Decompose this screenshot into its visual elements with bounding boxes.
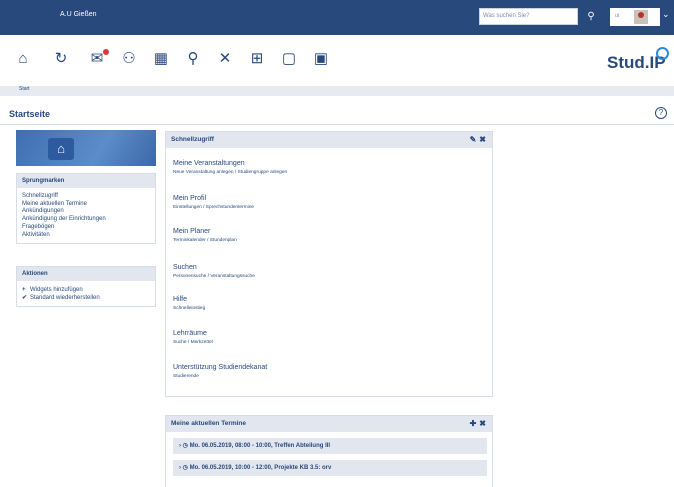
quicklink-title[interactable]: Meine Veranstaltungen	[173, 160, 287, 167]
quicklink-hilfe[interactable]: Hilfe Schnelleinstieg	[173, 296, 205, 311]
sidebar-item-termine[interactable]: Meine aktuellen Termine	[22, 201, 150, 209]
quicklink-sub[interactable]: Terminkalender / Stundenplan	[173, 238, 237, 243]
divider	[0, 124, 674, 125]
schnellzugriff-panel: Schnellzugriff ✎ ✖ Meine Veranstaltungen …	[165, 131, 493, 397]
university-name: A.U Gießen	[60, 11, 97, 18]
panel-header: Meine aktuellen Termine ✚ ✖	[166, 416, 492, 432]
chevron-right-icon: ›	[179, 443, 181, 449]
quicklink-title[interactable]: Unterstützung Studiendekanat	[173, 364, 267, 371]
community-icon[interactable]: ⚇	[118, 48, 140, 70]
home-icon: ⌂	[48, 138, 74, 160]
chevron-right-icon: ›	[179, 465, 181, 471]
sidebar-image: ⌂	[16, 130, 156, 166]
quicklink-title[interactable]: Mein Planer	[173, 228, 237, 235]
clock-icon: ◷	[182, 443, 188, 449]
close-icon[interactable]: ✖	[479, 419, 486, 428]
navigation-strip	[0, 86, 674, 96]
chevron-down-icon[interactable]: ⌄	[662, 9, 670, 20]
quicklink-title[interactable]: Suchen	[173, 264, 255, 271]
help-icon[interactable]: ?	[655, 107, 667, 119]
widget-title: Aktionen	[17, 267, 155, 281]
termin-text: Mo. 06.05.2019, 10:00 - 12:00, Projekte …	[189, 465, 332, 471]
aktionen-widget: Aktionen + Widgets hinzufügen ✔ Standard w…	[16, 266, 156, 307]
panel-title: Meine aktuellen Termine	[171, 420, 247, 427]
plus-icon: +	[22, 287, 26, 293]
logo-mark-icon	[656, 47, 669, 60]
quicklink-sub[interactable]: Einstellungen / Sprechstundentermine	[173, 205, 254, 210]
quicklink-veranstaltungen[interactable]: Meine Veranstaltungen Neue Veranstaltung…	[173, 160, 287, 175]
user-menu[interactable]: ut	[610, 8, 660, 26]
action-label: Widgets hinzufügen	[30, 287, 83, 293]
termin-row[interactable]: › ◷ Mo. 06.05.2019, 08:00 - 10:00, Treff…	[173, 438, 487, 454]
files-icon[interactable]: ▢	[278, 48, 300, 70]
nav-label-start[interactable]: Start	[19, 86, 30, 92]
quicklink-sub[interactable]: Schnelleinstieg	[173, 306, 205, 311]
avatar[interactable]	[634, 10, 648, 24]
quicklink-title[interactable]: Mein Profil	[173, 195, 254, 202]
tools-icon[interactable]: ✕	[214, 48, 236, 70]
search-icon[interactable]: ⚲	[182, 48, 204, 70]
content-icon[interactable]: ▣	[310, 48, 332, 70]
notification-badge	[103, 49, 109, 55]
sidebar-item-aktivitaeten[interactable]: Aktivitäten	[22, 232, 150, 240]
search-input[interactable]: Was suchen Sie?	[479, 8, 578, 25]
termin-row[interactable]: › ◷ Mo. 06.05.2019, 10:00 - 12:00, Proje…	[173, 460, 487, 476]
quicklink-sub[interactable]: Studierende	[173, 374, 267, 379]
add-widgets-link[interactable]: + Widgets hinzufügen	[22, 286, 150, 294]
quicklink-sub[interactable]: Suche / Merkzettel	[173, 340, 213, 345]
top-bar: A.U Gießen Was suchen Sie? ⚲ ut ⌄	[0, 0, 674, 35]
search-icon[interactable]: ⚲	[584, 10, 598, 23]
sidebar-item-ankuendigung-einrichtungen[interactable]: Ankündigung der Einrichtungen	[22, 216, 150, 224]
quicklink-title[interactable]: Hilfe	[173, 296, 205, 303]
admin-icon[interactable]: ⊞	[246, 48, 268, 70]
close-icon[interactable]: ✖	[479, 135, 486, 144]
sidebar-item-schnellzugriff[interactable]: Schnellzugriff	[22, 193, 150, 201]
termine-panel: Meine aktuellen Termine ✚ ✖ › ◷ Mo. 06.05…	[165, 415, 493, 487]
page-title: Startseite	[9, 109, 51, 119]
quicklink-sub[interactable]: Neue Veranstaltung anlegen / Studiengrup…	[173, 170, 287, 175]
quicklink-title[interactable]: Lehrräume	[173, 330, 213, 337]
home-icon[interactable]: ⌂	[12, 48, 34, 70]
quicklink-sub[interactable]: Personensuche / Veranstaltungssuche	[173, 274, 255, 279]
restore-default-link[interactable]: ✔ Standard wiederherstellen	[22, 294, 150, 302]
quicklink-studiendekanat[interactable]: Unterstützung Studiendekanat Studierende	[173, 364, 267, 379]
panel-title: Schnellzugriff	[171, 136, 214, 143]
clock-icon: ◷	[182, 465, 188, 471]
user-initials: ut	[615, 13, 620, 19]
quicklink-profil[interactable]: Mein Profil Einstellungen / Sprechstunde…	[173, 195, 254, 210]
panel-header: Schnellzugriff ✎ ✖	[166, 132, 492, 148]
quicklink-lehrraeume[interactable]: Lehrräume Suche / Merkzettel	[173, 330, 213, 345]
check-icon: ✔	[22, 295, 28, 301]
news-icon[interactable]: ↻	[50, 48, 72, 70]
termin-text: Mo. 06.05.2019, 08:00 - 10:00, Treffen A…	[189, 443, 331, 449]
sidebar-item-frageboegen[interactable]: Fragebögen	[22, 224, 150, 232]
edit-icon[interactable]: ✎	[470, 135, 477, 144]
quicklink-planer[interactable]: Mein Planer Terminkalender / Stundenplan	[173, 228, 237, 243]
sidebar-item-ankuendigungen[interactable]: Ankündigungen	[22, 208, 150, 216]
calendar-icon[interactable]: ▦	[150, 48, 172, 70]
action-label: Standard wiederherstellen	[30, 295, 100, 301]
widget-title: Sprungmarken	[17, 174, 155, 188]
add-icon[interactable]: ✚	[470, 419, 477, 428]
quicklink-suchen[interactable]: Suchen Personensuche / Veranstaltungssuc…	[173, 264, 255, 279]
sprungmarken-widget: Sprungmarken Schnellzugriff Meine aktuel…	[16, 173, 156, 245]
mail-icon[interactable]: ✉	[86, 48, 109, 70]
